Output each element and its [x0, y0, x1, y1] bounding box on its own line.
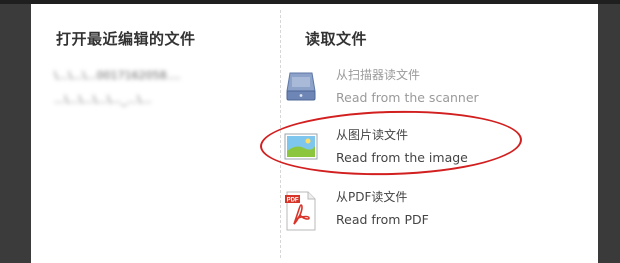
image-icon: [284, 129, 318, 163]
pdf-icon: PDF: [284, 191, 318, 231]
svg-text:PDF: PDF: [287, 198, 299, 204]
recent-file-path: \...\...\...0017162058....: [54, 69, 181, 82]
read-from-image-option[interactable]: 从图片读文件 Read from the image: [284, 126, 564, 176]
read-file-title: 读取文件: [305, 30, 368, 48]
recent-files-title: 打开最近编辑的文件: [56, 30, 196, 48]
background-right: [598, 0, 620, 263]
recent-file-item[interactable]: \...\...\...0017162058....: [54, 69, 238, 83]
scanner-label-cn: 从扫描器读文件: [336, 68, 421, 82]
recent-file-item[interactable]: ...\...\...\...\..._...\...: [54, 93, 244, 107]
image-label-en: Read from the image: [336, 150, 468, 165]
column-divider: [280, 10, 281, 258]
scanner-icon: [284, 69, 318, 103]
scanner-label-en: Read from the scanner: [336, 90, 479, 105]
image-label-cn: 从图片读文件: [336, 128, 409, 142]
background-left: [0, 0, 31, 263]
read-from-scanner-option[interactable]: 从扫描器读文件 Read from the scanner: [284, 66, 564, 116]
pdf-label-en: Read from PDF: [336, 212, 429, 227]
read-from-pdf-option[interactable]: PDF 从PDF读文件 Read from PDF: [284, 188, 564, 238]
pdf-label-cn: 从PDF读文件: [336, 190, 408, 204]
recent-file-path: ...\...\...\...\..._...\...: [54, 93, 152, 106]
